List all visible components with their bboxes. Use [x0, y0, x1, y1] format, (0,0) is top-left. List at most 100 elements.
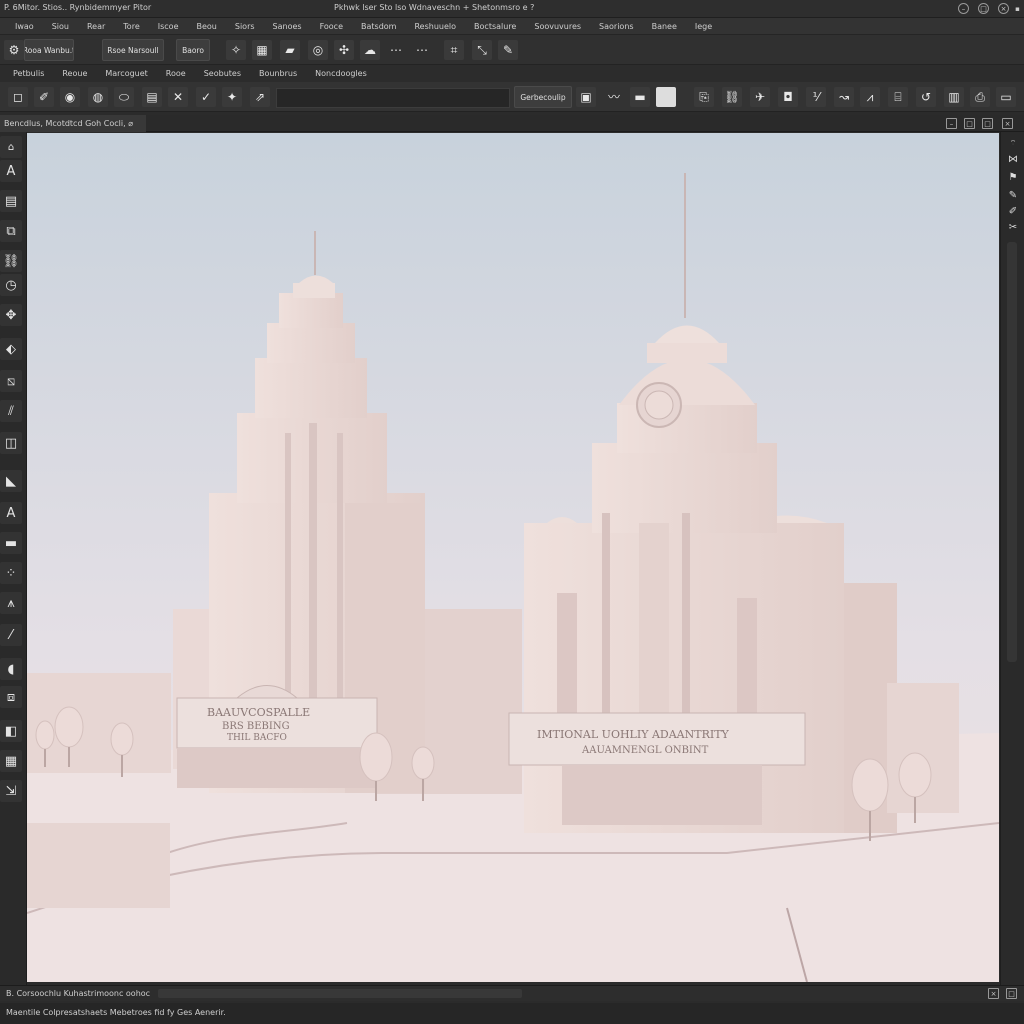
- node-icon[interactable]: ⧉: [0, 220, 22, 242]
- menu-item-7[interactable]: Siors: [226, 22, 264, 31]
- doc-restore-icon[interactable]: □: [964, 118, 975, 129]
- bandage-icon[interactable]: ⧅: [0, 370, 22, 392]
- book-icon[interactable]: ▥: [944, 87, 964, 107]
- panel-icon[interactable]: ▤: [0, 190, 22, 212]
- minimize-icon[interactable]: –: [958, 3, 969, 14]
- circle-icon[interactable]: ◉: [60, 87, 80, 107]
- print-icon[interactable]: ⎙: [970, 87, 990, 107]
- menu-item-14[interactable]: Saorions: [590, 22, 643, 31]
- type-icon[interactable]: A: [0, 502, 22, 524]
- pen-icon[interactable]: ✎: [1005, 188, 1021, 202]
- window-menu-icon[interactable]: ▪: [1012, 3, 1023, 14]
- square-icon[interactable]: ◻: [8, 87, 28, 107]
- paint-bucket-icon[interactable]: ⬖: [0, 338, 22, 360]
- text-icon[interactable]: A: [0, 160, 22, 182]
- tab-4[interactable]: Rooe: [157, 69, 195, 78]
- menu-item-16[interactable]: Iege: [686, 22, 721, 31]
- curve-icon[interactable]: ↝: [834, 87, 854, 107]
- toolbar-button-2[interactable]: Rsoe Narsoull: [102, 39, 164, 61]
- menu-item-4[interactable]: Tore: [114, 22, 148, 31]
- gear-icon[interactable]: ⚙: [4, 40, 24, 60]
- table-icon[interactable]: ▤: [142, 87, 162, 107]
- more-icon[interactable]: ⋯: [412, 40, 432, 60]
- wave-icon[interactable]: 〰: [604, 87, 624, 107]
- layers-icon[interactable]: ◫: [0, 432, 22, 454]
- arrows-icon[interactable]: ⇗: [250, 87, 270, 107]
- export-icon[interactable]: ⇲: [0, 780, 22, 802]
- bowtie-icon[interactable]: ⋈: [1005, 152, 1021, 166]
- align-icon[interactable]: ▦: [0, 750, 22, 772]
- menu-item-8[interactable]: Sanoes: [264, 22, 311, 31]
- check-icon[interactable]: ✓: [196, 87, 216, 107]
- scissor-icon[interactable]: ✂: [1005, 220, 1021, 234]
- search-input[interactable]: [276, 88, 510, 108]
- toolbar-button-1[interactable]: Rooa Wanbu.t: [24, 39, 74, 61]
- document-tab[interactable]: Bencdlus, Mcotdtcd Goh Cocli, ⌀: [0, 115, 146, 132]
- grid-icon[interactable]: ▦: [252, 40, 272, 60]
- paint-icon[interactable]: ◖: [0, 658, 22, 680]
- wifi-icon[interactable]: ⌔: [1005, 136, 1021, 150]
- status-expand-icon[interactable]: □: [1006, 988, 1017, 999]
- menu-item-11[interactable]: Reshuuelo: [405, 22, 465, 31]
- grid-tool-icon[interactable]: ⁘: [0, 562, 22, 584]
- menu-item-6[interactable]: Beou: [188, 22, 226, 31]
- dots-icon[interactable]: ⋯: [386, 40, 406, 60]
- doc-close-icon[interactable]: ×: [1002, 118, 1013, 129]
- target-icon[interactable]: ◎: [308, 40, 328, 60]
- pen-tool-icon[interactable]: ✎: [498, 40, 518, 60]
- select-icon[interactable]: ⌂: [0, 136, 22, 158]
- ruler-icon[interactable]: ⫽: [0, 400, 22, 422]
- tab-3[interactable]: Marcoguet: [96, 69, 156, 78]
- group-icon[interactable]: ⧈: [0, 686, 22, 708]
- color-swatch-icon[interactable]: [656, 87, 676, 107]
- cross-icon[interactable]: ✕: [168, 87, 188, 107]
- star-icon[interactable]: ✦: [222, 87, 242, 107]
- chat-icon[interactable]: ▰: [280, 40, 300, 60]
- clock-icon[interactable]: ◷: [0, 274, 22, 296]
- menu-item-3[interactable]: Rear: [78, 22, 114, 31]
- tool-preset-dropdown[interactable]: Gerbecoulip: [514, 86, 572, 108]
- move-icon[interactable]: ✥: [0, 304, 22, 326]
- ellipse-icon[interactable]: ⬭: [114, 87, 134, 107]
- menu-item-2[interactable]: Siou: [43, 22, 78, 31]
- scale-icon[interactable]: ⤡: [472, 40, 492, 60]
- link-icon[interactable]: ⛓: [722, 87, 742, 107]
- tab-5[interactable]: Seobutes: [195, 69, 250, 78]
- pointer-icon[interactable]: ◣: [0, 470, 22, 492]
- tab-1[interactable]: Petbulis: [4, 69, 53, 78]
- tab-7[interactable]: Noncdoogles: [306, 69, 376, 78]
- cloud-icon[interactable]: ☁: [360, 40, 380, 60]
- menu-item-10[interactable]: Batsdom: [352, 22, 405, 31]
- globe-icon[interactable]: ◍: [88, 87, 108, 107]
- tab-6[interactable]: Bounbrus: [250, 69, 306, 78]
- folder-icon[interactable]: ▭: [996, 87, 1016, 107]
- maximize-icon[interactable]: □: [978, 3, 989, 14]
- flag-icon[interactable]: ⚑: [1005, 170, 1021, 184]
- menu-item-5[interactable]: Iscoe: [149, 22, 188, 31]
- frame-icon[interactable]: ◧: [0, 720, 22, 742]
- viewport-canvas[interactable]: BAAUVCOSPALLE BRS BEBING THIL BACFO IMTI…: [27, 133, 999, 982]
- doc-minimize-icon[interactable]: –: [946, 118, 957, 129]
- image-icon[interactable]: ⌸: [888, 87, 908, 107]
- transform-icon[interactable]: ⌗: [444, 40, 464, 60]
- menu-item-9[interactable]: Fooce: [311, 22, 352, 31]
- menu-item-1[interactable]: Iwao: [6, 22, 43, 31]
- doc-maximize-icon[interactable]: □: [982, 118, 993, 129]
- clipboard-icon[interactable]: ⎘: [694, 87, 714, 107]
- pencil-icon[interactable]: ✐: [1005, 204, 1021, 218]
- camera-icon[interactable]: ◘: [778, 87, 798, 107]
- zigzag-icon[interactable]: ⩘: [860, 87, 880, 107]
- wand-icon[interactable]: ✧: [226, 40, 246, 60]
- line-icon[interactable]: ⁄: [0, 624, 22, 646]
- puzzle-icon[interactable]: ✣: [334, 40, 354, 60]
- vertical-scrollbar[interactable]: [1007, 242, 1017, 662]
- status-close-icon[interactable]: ×: [988, 988, 999, 999]
- toolbar-button-3[interactable]: Baoro: [176, 39, 210, 61]
- menu-item-13[interactable]: Soovuvures: [525, 22, 590, 31]
- film-icon[interactable]: ▬: [0, 532, 22, 554]
- menu-item-12[interactable]: Boctsalure: [465, 22, 525, 31]
- menu-item-15[interactable]: Banee: [643, 22, 686, 31]
- close-icon[interactable]: ×: [998, 3, 1009, 14]
- plane-icon[interactable]: ✈: [750, 87, 770, 107]
- compass-icon[interactable]: ⩚: [0, 592, 22, 614]
